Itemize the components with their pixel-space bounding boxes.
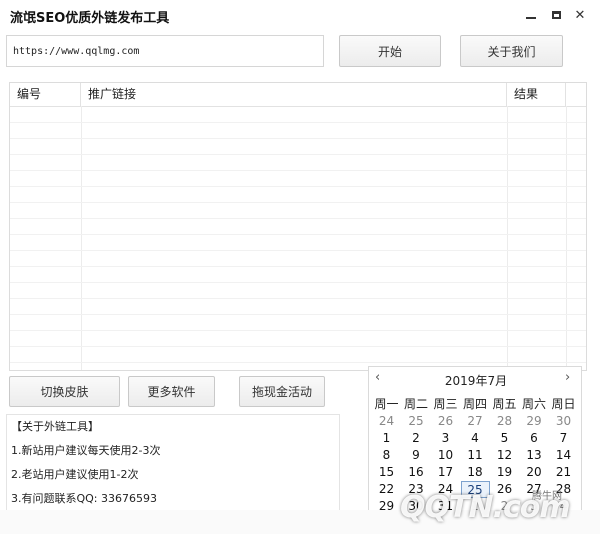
row-divider xyxy=(10,234,586,235)
start-button[interactable]: 开始 xyxy=(339,35,441,67)
row-divider xyxy=(10,314,586,315)
calendar-day[interactable]: 6 xyxy=(520,430,549,447)
calendar-weekday: 周二 xyxy=(403,397,428,411)
calendar-day[interactable]: 1 xyxy=(372,430,401,447)
link-table[interactable]: 编号 推广链接 结果 xyxy=(9,82,587,371)
maximize-icon xyxy=(551,11,561,19)
calendar-day[interactable]: 29 xyxy=(520,413,549,430)
calendar-day[interactable]: 20 xyxy=(520,464,549,481)
calendar-weekday: 周日 xyxy=(551,397,576,411)
close-button[interactable]: ✕ xyxy=(569,6,591,24)
calendar-day[interactable]: 30 xyxy=(549,413,578,430)
calendar-weekday: 周六 xyxy=(521,397,546,411)
calendar-day[interactable]: 9 xyxy=(402,447,431,464)
column-header-id[interactable]: 编号 xyxy=(10,83,81,106)
chevron-right-icon[interactable]: › xyxy=(565,370,570,385)
maximize-button[interactable] xyxy=(545,6,567,24)
calendar-day[interactable]: 4 xyxy=(461,430,490,447)
calendar-day[interactable]: 8 xyxy=(372,447,401,464)
column-divider xyxy=(566,106,567,370)
info-line: 2.老站用户建议使用1-2次 xyxy=(11,468,139,481)
calendar-day[interactable]: 19 xyxy=(490,464,519,481)
calendar-day[interactable]: 18 xyxy=(461,464,490,481)
calendar-weekday: 周四 xyxy=(462,397,487,411)
calendar-day[interactable]: 3 xyxy=(431,430,460,447)
column-header-link[interactable]: 推广链接 xyxy=(81,83,507,106)
row-divider xyxy=(10,362,586,363)
column-divider xyxy=(81,106,82,370)
calendar-weekday: 周五 xyxy=(492,397,517,411)
calendar-day[interactable]: 14 xyxy=(549,447,578,464)
info-panel: 【关于外链工具】 1.新站用户建议每天使用2-3次 2.老站用户建议使用1-2次… xyxy=(6,414,340,514)
info-line: 1.新站用户建议每天使用2-3次 xyxy=(11,444,161,457)
calendar-day[interactable]: 26 xyxy=(431,413,460,430)
row-divider xyxy=(10,170,586,171)
row-divider xyxy=(10,122,586,123)
calendar-month-title: 2019年7月 xyxy=(444,374,508,388)
calendar-day[interactable]: 2 xyxy=(402,430,431,447)
calendar-day[interactable]: 25 xyxy=(402,413,431,430)
more-software-button[interactable]: 更多软件 xyxy=(128,376,215,407)
calendar-day[interactable]: 10 xyxy=(431,447,460,464)
calendar-day[interactable]: 13 xyxy=(520,447,549,464)
calendar-day[interactable]: 28 xyxy=(490,413,519,430)
row-divider xyxy=(10,186,586,187)
row-divider xyxy=(10,138,586,139)
calendar-day[interactable]: 15 xyxy=(372,464,401,481)
calendar-day[interactable]: 27 xyxy=(461,413,490,430)
calendar-weekday: 周三 xyxy=(433,397,458,411)
row-divider xyxy=(10,250,586,251)
column-header-spare xyxy=(566,83,586,106)
calendar-day[interactable]: 16 xyxy=(402,464,431,481)
row-divider xyxy=(10,266,586,267)
switch-skin-button[interactable]: 切换皮肤 xyxy=(9,376,120,407)
row-divider xyxy=(10,282,586,283)
url-input[interactable] xyxy=(6,35,324,67)
calendar-day[interactable]: 22 xyxy=(372,481,401,498)
row-divider xyxy=(10,346,586,347)
column-header-result[interactable]: 结果 xyxy=(507,83,566,106)
table-header: 编号 推广链接 结果 xyxy=(10,83,586,107)
window-title: 流氓SEO优质外链发布工具 xyxy=(10,11,170,26)
calendar-day[interactable]: 7 xyxy=(549,430,578,447)
cash-activity-button[interactable]: 拖现金活动 xyxy=(239,376,325,407)
column-divider xyxy=(507,106,508,370)
calendar-weekday: 周一 xyxy=(374,397,399,411)
info-line: 3.有问题联系QQ: 33676593 xyxy=(11,492,158,505)
row-divider xyxy=(10,330,586,331)
minimize-button[interactable] xyxy=(520,6,542,24)
about-us-button[interactable]: 关于我们 xyxy=(460,35,563,67)
close-icon: ✕ xyxy=(574,7,586,23)
row-divider xyxy=(10,298,586,299)
calendar-day[interactable]: 24 xyxy=(372,413,401,430)
minimize-icon xyxy=(526,17,536,19)
info-heading: 【关于外链工具】 xyxy=(11,420,99,433)
row-divider xyxy=(10,154,586,155)
row-divider xyxy=(10,202,586,203)
calendar-day[interactable]: 12 xyxy=(490,447,519,464)
row-divider xyxy=(10,218,586,219)
calendar-day[interactable]: 17 xyxy=(431,464,460,481)
calendar-day[interactable]: 11 xyxy=(461,447,490,464)
watermark-badge: 腾牛网 xyxy=(532,491,562,502)
calendar-day[interactable]: 21 xyxy=(549,464,578,481)
calendar-day[interactable]: 5 xyxy=(490,430,519,447)
